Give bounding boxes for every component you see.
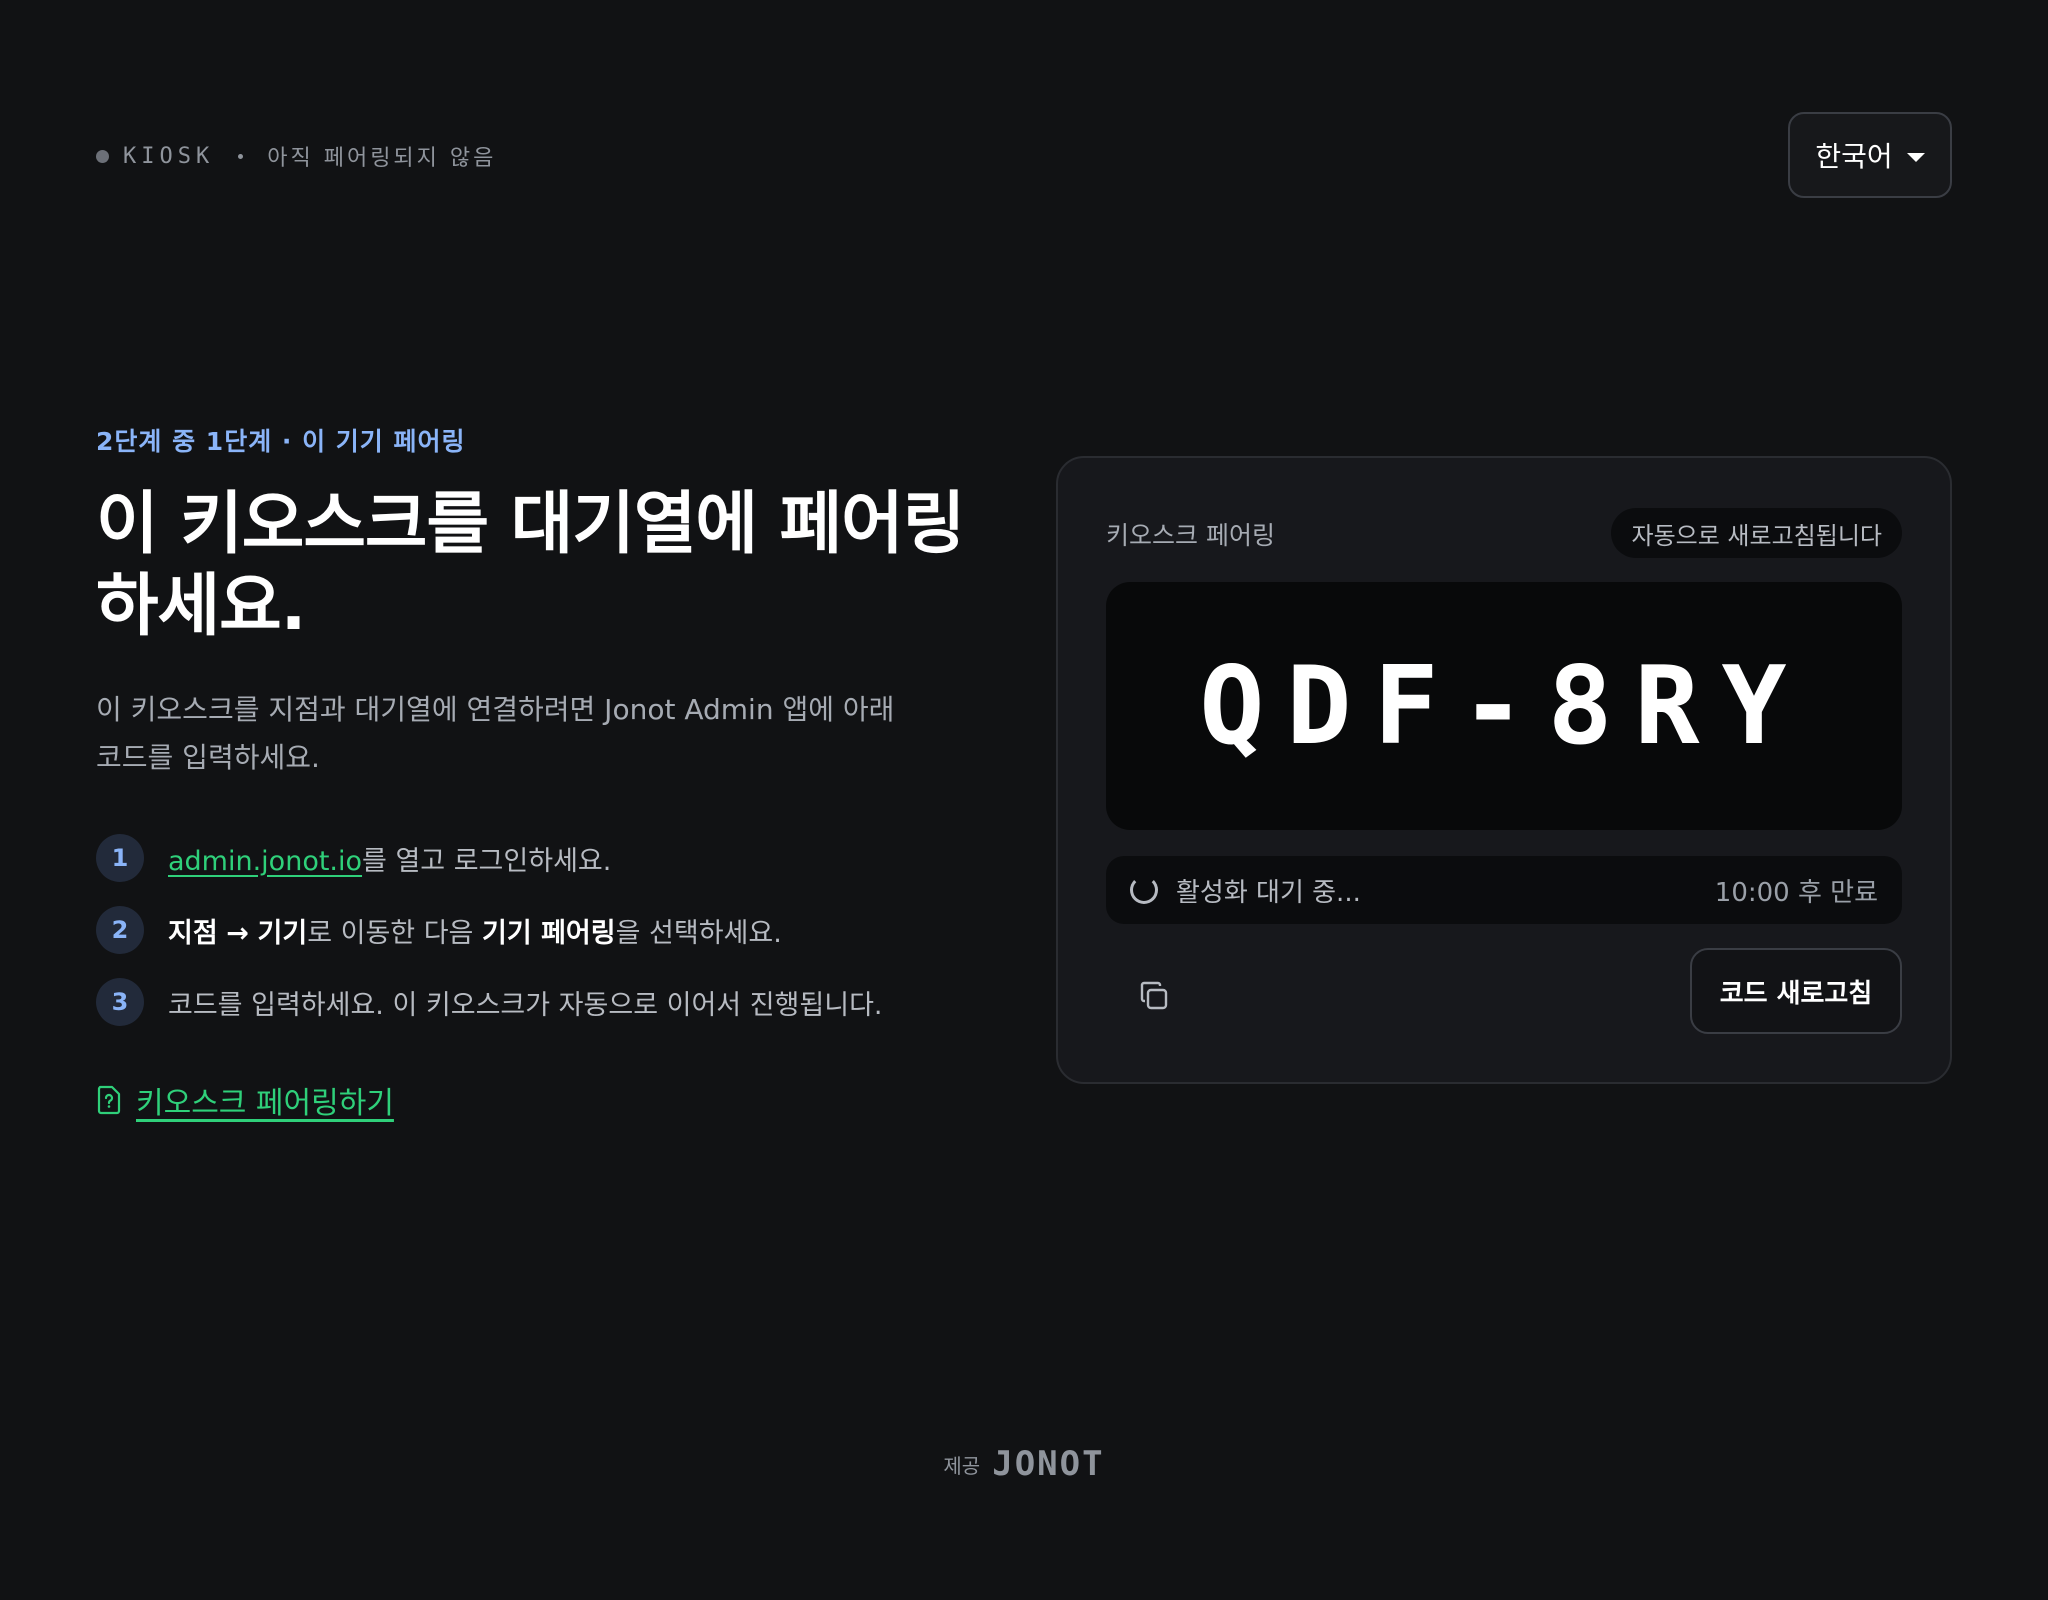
instruction-step-1: 1 admin.jonot.io를 열고 로그인하세요.: [96, 822, 996, 894]
instruction-step-3: 3 코드를 입력하세요. 이 키오스크가 자동으로 이어서 진행됩니다.: [96, 966, 996, 1038]
instruction-list: 1 admin.jonot.io를 열고 로그인하세요. 2 지점 → 기기로 …: [96, 822, 996, 1038]
activation-status-text: 활성화 대기 중...: [1176, 877, 1361, 908]
instruction-step-2: 2 지점 → 기기로 이동한 다음 기기 페어링을 선택하세요.: [96, 894, 996, 966]
language-select[interactable]: 한국어: [1788, 112, 1952, 198]
activation-status-bar: 활성화 대기 중... 10:00 후 만료: [1106, 856, 1902, 924]
pairing-code-display: QDF-8RY: [1106, 582, 1902, 830]
kiosk-pairing-page: KIOSK 아직 페어링되지 않음 한국어 2단계 중 1단계 · 이 기기 페…: [0, 0, 2048, 1600]
separator-dot: [238, 153, 244, 159]
admin-site-link[interactable]: admin.jonot.io: [168, 846, 362, 877]
help-link-label: 키오스크 페어링하기: [136, 1086, 394, 1121]
help-document-icon: [97, 1085, 121, 1115]
auto-refresh-badge: 자동으로 새로고침됩니다: [1611, 508, 1902, 558]
loading-spinner-icon: [1130, 876, 1158, 904]
refresh-code-button[interactable]: 코드 새로고침: [1690, 948, 1902, 1034]
kiosk-pairing-help-link[interactable]: 키오스크 페어링하기: [96, 1078, 996, 1122]
card-title: 키오스크 페어링: [1106, 521, 1275, 550]
arrow-right-icon: →: [226, 917, 249, 949]
chevron-down-icon: [1906, 152, 1925, 162]
language-selected-value: 한국어: [1815, 140, 1893, 173]
copy-code-button[interactable]: [1130, 972, 1178, 1020]
device-label: KIOSK: [123, 143, 215, 169]
provided-by-label: 제공: [943, 1453, 981, 1478]
expiry-countdown: 10:00 후 만료: [1714, 877, 1878, 908]
pairing-card: 키오스크 페어링 자동으로 새로고침됩니다 QDF-8RY 활성화 대기 중..…: [1056, 456, 1952, 1084]
step-number-badge: 3: [96, 978, 144, 1026]
step-number-badge: 1: [96, 834, 144, 882]
status-dot-icon: [96, 149, 109, 163]
page-description: 이 키오스크를 지점과 대기열에 연결하려면 Jonot Admin 앱에 아래…: [96, 693, 895, 774]
step-text: admin.jonot.io를 열고 로그인하세요.: [168, 845, 612, 877]
step-text: 지점 → 기기로 이동한 다음 기기 페어링을 선택하세요.: [168, 917, 782, 949]
footer: 제공 JONOT: [0, 1444, 2048, 1484]
step-progress-label: 2단계 중 1단계 · 이 기기 페어링: [96, 427, 466, 456]
pairing-code: QDF-8RY: [1199, 643, 1809, 769]
step-number-badge: 2: [96, 906, 144, 954]
step-text: 코드를 입력하세요. 이 키오스크가 자동으로 이어서 진행됩니다.: [168, 989, 883, 1021]
page-title: 이 키오스크를 대기열에 페어링하세요.: [96, 485, 965, 646]
copy-icon: [1140, 981, 1168, 1010]
pair-status-text: 아직 페어링되지 않음: [267, 146, 497, 171]
device-status-bar: KIOSK 아직 페어링되지 않음: [96, 140, 496, 172]
intro-section: 2단계 중 1단계 · 이 기기 페어링 이 키오스크를 대기열에 페어링하세요…: [96, 422, 996, 1122]
jonot-logo: JONOT: [992, 1444, 1105, 1484]
